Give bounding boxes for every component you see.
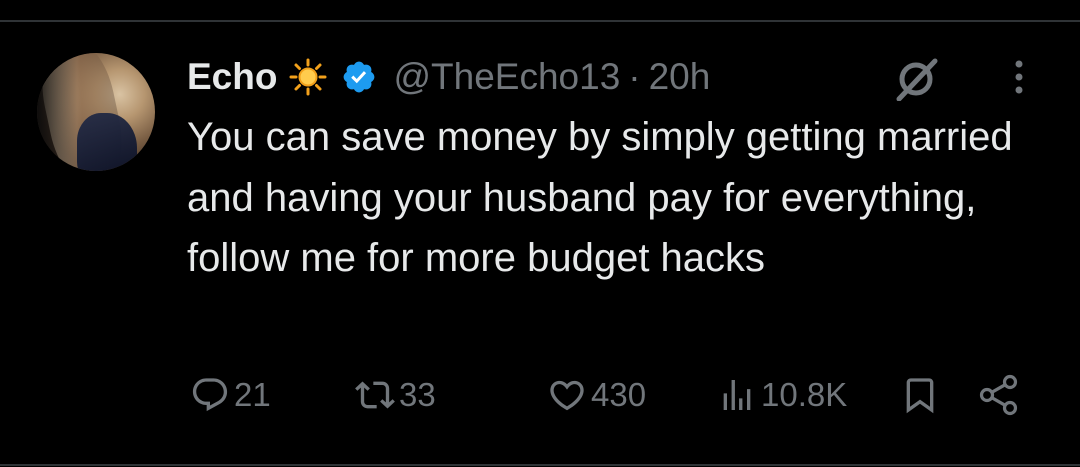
heart-icon (550, 380, 584, 411)
repost-icon (355, 381, 395, 409)
repost-button[interactable]: 33 (355, 370, 436, 420)
bookmark-icon (906, 378, 934, 414)
display-name[interactable]: Echo (187, 56, 277, 98)
more-icon[interactable] (1009, 58, 1029, 98)
reply-count: 21 (234, 376, 271, 413)
tweet-header: Echo @TheEcho13 · 20h (187, 54, 710, 100)
analytics-icon (723, 380, 751, 410)
views-button[interactable]: 10.8K (717, 370, 847, 420)
reply-icon (192, 378, 228, 412)
avatar[interactable] (37, 53, 155, 171)
reply-button[interactable]: 21 (190, 370, 271, 420)
sun-emoji-icon (289, 58, 327, 96)
like-count: 430 (591, 376, 647, 413)
top-divider (0, 20, 1080, 22)
user-handle[interactable]: @TheEcho13 (393, 56, 620, 98)
share-icon (979, 374, 1018, 416)
like-button[interactable]: 430 (547, 370, 646, 420)
tweet-actions: 21 33 430 10.8K (0, 370, 1080, 420)
share-button[interactable] (977, 370, 1021, 420)
separator-dot: · (628, 56, 641, 97)
verified-badge-icon[interactable] (341, 59, 377, 95)
timestamp[interactable]: 20h (649, 56, 711, 98)
bottom-divider (0, 464, 1080, 466)
tweet-text: You can save money by simply getting mar… (187, 115, 1013, 280)
view-count: 10.8K (761, 376, 848, 413)
grok-icon[interactable] (893, 57, 943, 102)
repost-count: 33 (399, 376, 436, 413)
bookmark-button[interactable] (900, 370, 940, 420)
